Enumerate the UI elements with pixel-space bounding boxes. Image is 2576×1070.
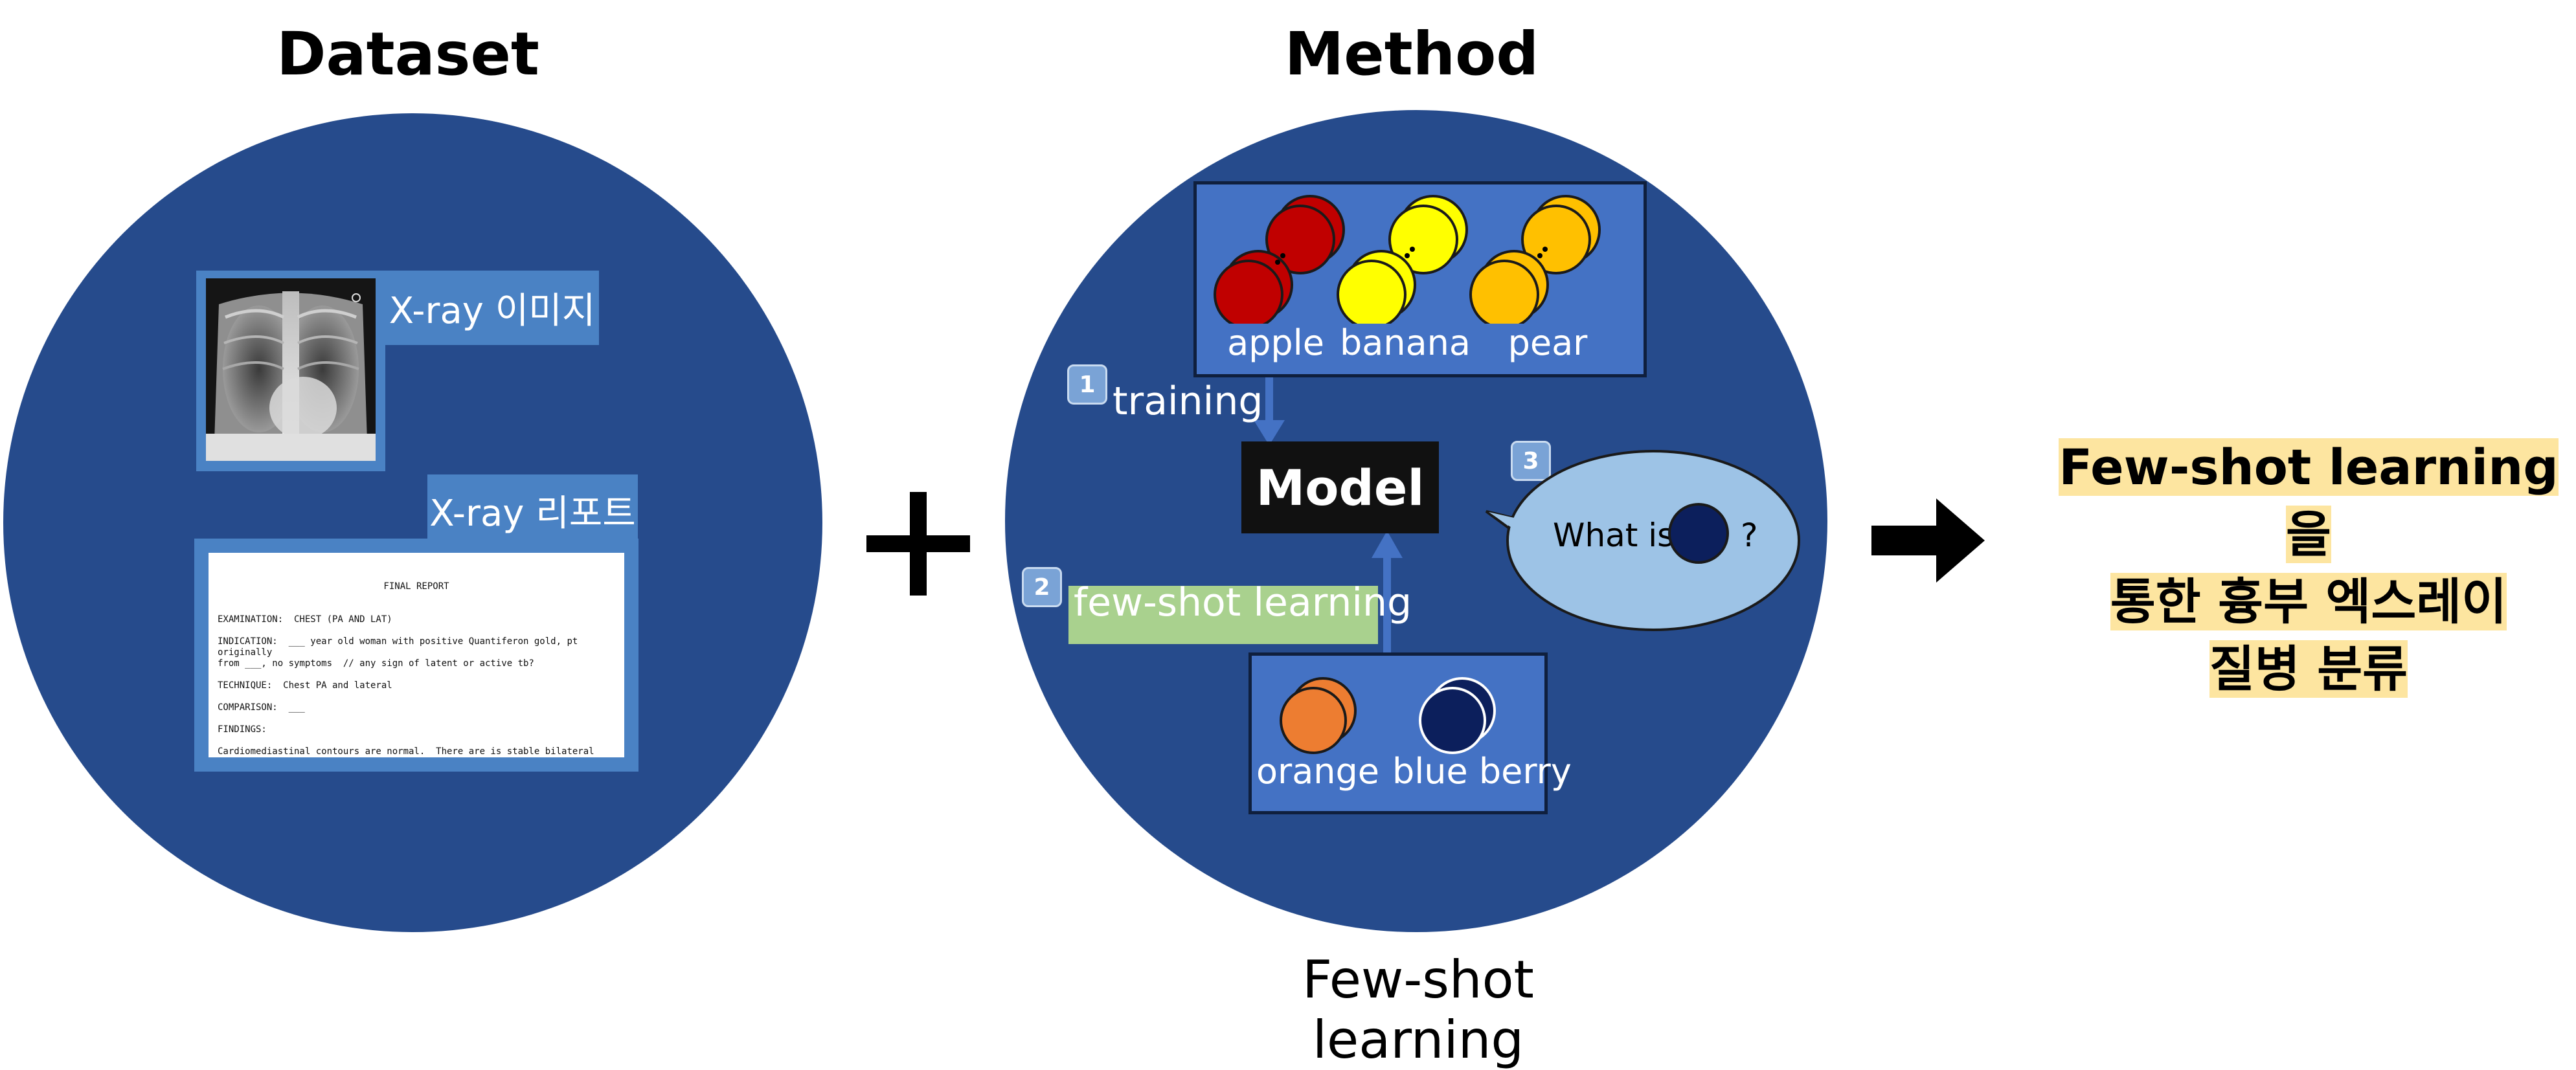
- step-1-label: training: [1113, 379, 1263, 424]
- model-box: Model: [1241, 441, 1439, 533]
- report-line: calcified granulomas, otherwise The lung…: [218, 757, 594, 768]
- pear-icons: [1469, 195, 1601, 324]
- result-line-2: 통한 흉부 엑스레이: [2110, 573, 2507, 630]
- report-line: from ___, no symptoms // any sign of lat…: [218, 658, 534, 669]
- dataset-circle: [3, 113, 822, 932]
- dataset-title: Dataset: [277, 19, 539, 89]
- xray-report-document: FINAL REPORT EXAMINATION: CHEST (PA AND …: [194, 539, 638, 772]
- right-arrow-icon: [1871, 498, 1985, 583]
- label-orange: orange: [1256, 751, 1380, 792]
- report-line: INDICATION: ___ year old woman with posi…: [218, 636, 583, 658]
- result-line-3: 질병 분류: [2209, 640, 2408, 698]
- report-line: [218, 669, 615, 680]
- xray-report-label: X-ray 리포트: [427, 474, 638, 546]
- xray-image-label: X-ray 이미지: [385, 271, 599, 345]
- label-apple: apple: [1227, 322, 1324, 363]
- result-text: Few-shot learning을 통한 흉부 엑스레이 질병 분류: [2043, 434, 2574, 703]
- query-text-prefix: What is: [1553, 517, 1675, 554]
- xray-image: [206, 278, 376, 461]
- report-line: [218, 691, 615, 702]
- method-caption: Few-shot learning: [1302, 950, 1534, 1070]
- step-2-label: few-shot learning: [1074, 580, 1412, 625]
- result-line-1: Few-shot learning을: [2059, 438, 2559, 563]
- training-fruit-icons: [1214, 195, 1601, 324]
- method-title: Method: [1284, 19, 1539, 89]
- query-blueberry-icon: [1668, 503, 1729, 564]
- blue-berry-icons: [1419, 677, 1496, 754]
- report-line: TECHNIQUE: Chest PA and lateral: [218, 680, 392, 691]
- orange-icons: [1280, 677, 1357, 754]
- banana-icons: [1337, 195, 1468, 324]
- report-line: COMPARISON: ___: [218, 702, 305, 713]
- report-line: FINDINGS:: [218, 724, 267, 735]
- step-2-badge: 2: [1022, 567, 1062, 607]
- report-line: Cardiomediastinal contours are normal. T…: [218, 746, 594, 757]
- step-1-badge: 1: [1067, 364, 1107, 405]
- report-body: EXAMINATION: CHEST (PA AND LAT) INDICATI…: [218, 614, 615, 768]
- apple-icons: [1214, 195, 1345, 324]
- report-line: [218, 713, 615, 724]
- report-line: [218, 625, 615, 636]
- plus-icon: [866, 492, 970, 596]
- label-banana: banana: [1340, 322, 1471, 363]
- label-pear: pear: [1508, 322, 1588, 363]
- label-blue-berry: blue berry: [1392, 751, 1572, 792]
- report-line: [218, 735, 615, 746]
- query-text-suffix: ?: [1741, 517, 1758, 554]
- report-line: EXAMINATION: CHEST (PA AND LAT): [218, 614, 392, 625]
- report-header: FINAL REPORT: [383, 581, 449, 592]
